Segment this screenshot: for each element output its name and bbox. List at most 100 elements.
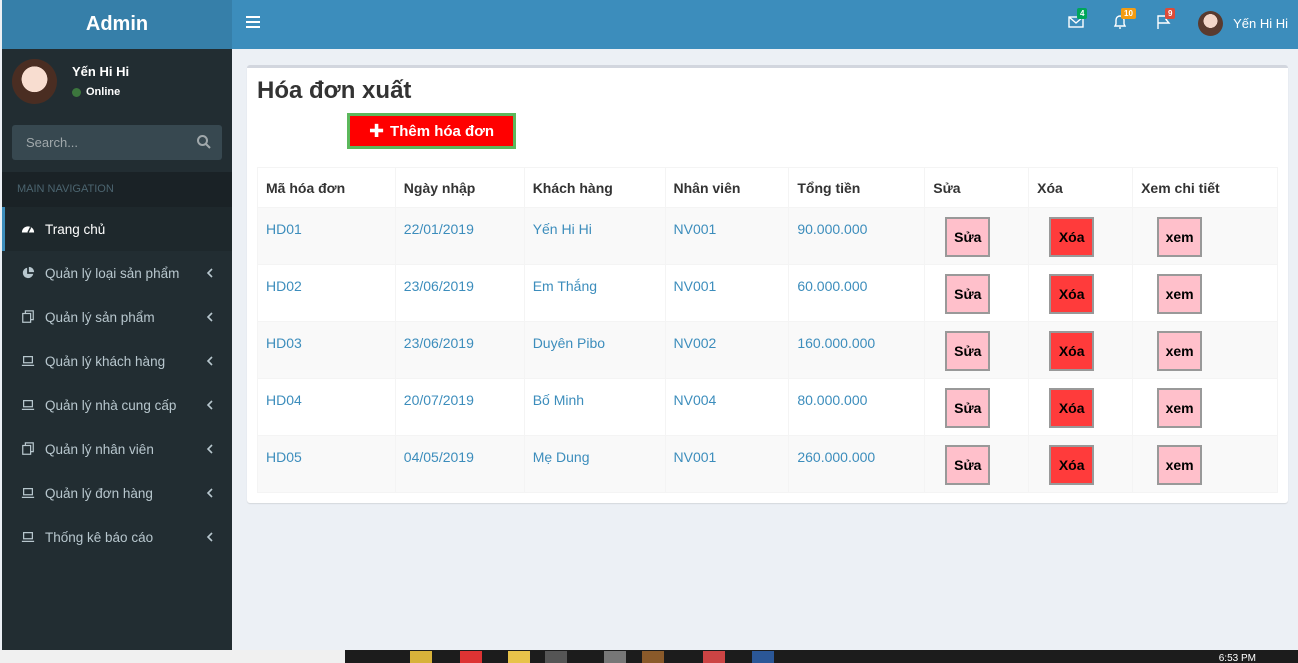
avatar [1198,11,1224,36]
edit-button[interactable]: Sửa [945,274,991,314]
status-badge: Online [72,86,120,98]
view-button[interactable]: xem [1157,331,1203,371]
bell-badge: 10 [1121,8,1136,19]
delete-button[interactable]: Xóa [1049,388,1095,428]
view-button[interactable]: xem [1157,445,1203,485]
sidebar-item-label: Trang chủ [45,221,106,237]
invoice-id: HD04 [257,378,396,436]
col-header: Xem chi tiết [1132,167,1278,208]
table-row: HD04 20/07/2019 Bố Minh NV004 80.000.000… [257,378,1278,436]
delete-button[interactable]: Xóa [1049,331,1095,371]
invoice-total: 90.000.000 [788,207,926,265]
invoice-customer: Yến Hi Hi [523,207,666,265]
edit-button[interactable]: Sửa [945,217,991,257]
bell-icon[interactable]: 10 [1112,8,1136,32]
delete-cell: Xóa [1028,378,1134,436]
invoice-total: 160.000.000 [788,321,926,379]
invoice-date: 20/07/2019 [394,378,525,436]
invoice-date: 23/06/2019 [394,264,525,322]
sidebar-item-loai-san-pham[interactable]: Quản lý loại sản phẩm [2,251,232,295]
view-button[interactable]: xem [1157,274,1203,314]
sidebar-item-trang-chu[interactable]: Trang chủ [2,207,232,251]
edit-button[interactable]: Sửa [945,445,991,485]
sidebar-item-don-hang[interactable]: Quản lý đơn hàng [2,471,232,515]
view-cell: xem [1132,378,1278,436]
search-input[interactable] [12,125,182,160]
add-invoice-button[interactable]: ✚ Thêm hóa đơn [347,113,516,149]
sidebar-item-san-pham[interactable]: Quản lý sản phẩm [2,295,232,339]
add-invoice-label: Thêm hóa đơn [390,122,495,140]
sidebar-toggle-icon[interactable] [246,16,260,30]
col-header: Khách hàng [523,167,666,208]
view-cell: xem [1132,207,1278,265]
col-header: Tổng tiền [788,167,926,208]
view-button[interactable]: xem [1157,217,1203,257]
invoice-staff: NV001 [664,207,790,265]
chevron-left-icon [206,488,213,498]
app-icon[interactable] [604,651,626,663]
laptop-icon [20,398,35,413]
flag-badge: 9 [1165,8,1176,19]
edit-cell: Sửa [924,378,1030,436]
invoice-staff: NV001 [664,435,790,493]
sidebar-item-label: Quản lý nhân viên [45,441,154,457]
invoice-staff: NV002 [664,321,790,379]
laptop-icon [20,530,35,545]
chevron-left-icon [206,532,213,542]
app-icon[interactable] [545,651,567,663]
chevron-left-icon [206,268,213,278]
edit-button[interactable]: Sửa [945,388,991,428]
app-icon[interactable] [642,651,664,663]
invoice-id: HD05 [257,435,396,493]
brand-logo[interactable]: Admin [2,0,232,49]
col-header: Mã hóa đơn [257,167,396,208]
delete-cell: Xóa [1028,207,1134,265]
laptop-icon [20,486,35,501]
sidebar-menu: Trang chủ Quản lý loại sản phẩm Quản lý … [2,207,232,559]
sidebar-item-thong-ke[interactable]: Thống kê báo cáo [2,515,232,559]
flag-icon[interactable]: 9 [1156,8,1176,32]
plus-icon: ✚ [368,121,385,141]
sidebar-item-label: Quản lý loại sản phẩm [45,265,180,281]
folder-icon[interactable] [508,651,530,663]
edit-cell: Sửa [924,321,1030,379]
dashboard-icon [20,222,35,237]
edit-cell: Sửa [924,207,1030,265]
chevron-left-icon [206,356,213,366]
pie-chart-icon [20,266,35,281]
sidebar-item-nha-cung-cap[interactable]: Quản lý nhà cung cấp [2,383,232,427]
invoice-table: Mã hóa đơn Ngày nhập Khách hàng Nhân viê… [257,167,1278,493]
table-row: HD05 04/05/2019 Mẹ Dung NV001 260.000.00… [257,435,1278,493]
sidebar-item-label: Thống kê báo cáo [45,529,154,545]
chrome-icon[interactable] [460,651,482,663]
user-menu[interactable]: Yến Hi Hi [1198,11,1288,36]
sidebar-item-label: Quản lý đơn hàng [45,485,153,501]
col-header: Nhân viên [664,167,790,208]
delete-button[interactable]: Xóa [1049,445,1095,485]
sidebar-item-khach-hang[interactable]: Quản lý khách hàng [2,339,232,383]
page-title: Hóa đơn xuất [257,77,412,104]
view-button[interactable]: xem [1157,388,1203,428]
invoice-total: 260.000.000 [788,435,926,493]
file-explorer-icon[interactable] [410,651,432,663]
header-user-name: Yến Hi Hi [1233,16,1288,31]
mail-icon[interactable]: 4 [1068,8,1088,32]
taskbar-search-area[interactable] [0,650,345,663]
col-header: Sửa [924,167,1030,208]
chevron-left-icon [206,312,213,322]
delete-cell: Xóa [1028,435,1134,493]
sidebar-item-nhan-vien[interactable]: Quản lý nhân viên [2,427,232,471]
invoice-total: 80.000.000 [788,378,926,436]
top-navbar: 4 10 9 Yến Hi Hi [232,0,1298,49]
app-icon[interactable] [752,651,774,663]
invoice-customer: Em Thắng [523,264,666,322]
col-header: Xóa [1028,167,1134,208]
app-icon[interactable] [703,651,725,663]
delete-button[interactable]: Xóa [1049,217,1095,257]
delete-cell: Xóa [1028,264,1134,322]
delete-button[interactable]: Xóa [1049,274,1095,314]
view-cell: xem [1132,435,1278,493]
search-icon[interactable] [196,134,212,150]
edit-button[interactable]: Sửa [945,331,991,371]
invoice-total: 60.000.000 [788,264,926,322]
